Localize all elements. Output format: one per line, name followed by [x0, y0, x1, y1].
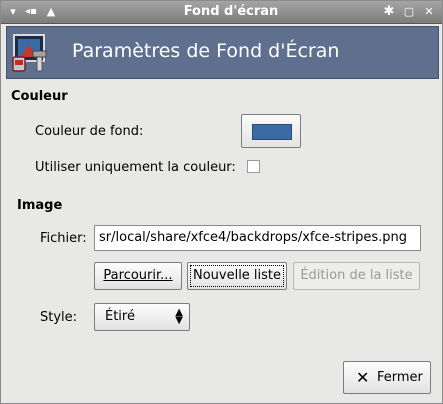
- new-list-button[interactable]: Nouvelle liste: [187, 262, 287, 290]
- background-color-label: Couleur de fond:: [35, 124, 144, 139]
- style-label: Style:: [40, 310, 78, 325]
- edit-list-label: Édition de la liste: [300, 268, 413, 283]
- window-menu-icon[interactable]: ▾: [5, 4, 21, 20]
- style-select[interactable]: Étiré ▲ ▼: [94, 303, 190, 331]
- image-section-heading: Image: [17, 198, 63, 213]
- file-label: Fichier:: [40, 231, 87, 246]
- file-path-input[interactable]: sr/local/share/xfce4/backdrops/xfce-stri…: [94, 225, 421, 251]
- banner-title: Paramètres de Fond d'Écran: [72, 40, 340, 62]
- new-list-label: Nouvelle liste: [192, 268, 282, 283]
- wallpaper-settings-icon: [12, 34, 47, 72]
- shade-icon[interactable]: ◂▪: [23, 4, 39, 20]
- wallpaper-dialog: ▾ ◂▪ ▲ Fond d'écran ✱ ▢ ✕ Paramètres de …: [0, 0, 443, 404]
- color-section-heading: Couleur: [11, 89, 68, 104]
- maximize-icon[interactable]: ▢: [401, 4, 417, 20]
- edit-list-button[interactable]: Édition de la liste: [293, 262, 420, 290]
- close-button-label: Fermer: [377, 370, 423, 385]
- browse-button[interactable]: Parcourir...: [94, 262, 182, 290]
- title-bar: ▾ ◂▪ ▲ Fond d'écran ✱ ▢ ✕: [1, 1, 442, 24]
- close-icon[interactable]: ✕: [421, 4, 437, 20]
- only-color-checkbox[interactable]: [247, 160, 260, 173]
- close-button[interactable]: ✕ Fermer: [343, 361, 431, 394]
- close-x-icon: ✕: [356, 368, 370, 387]
- minimize-icon[interactable]: ✱: [381, 4, 397, 20]
- background-color-button[interactable]: [241, 114, 301, 148]
- updown-arrow-icon: ▲ ▼: [175, 307, 183, 326]
- color-swatch: [252, 124, 292, 140]
- header-banner: Paramètres de Fond d'Écran: [6, 26, 439, 79]
- style-select-value: Étiré: [105, 309, 135, 324]
- only-color-label: Utiliser uniquement la couleur:: [35, 160, 236, 175]
- window-title: Fond d'écran: [183, 4, 279, 19]
- browse-label: Parcourir...: [103, 268, 173, 283]
- keep-on-top-icon[interactable]: ▲: [43, 4, 59, 20]
